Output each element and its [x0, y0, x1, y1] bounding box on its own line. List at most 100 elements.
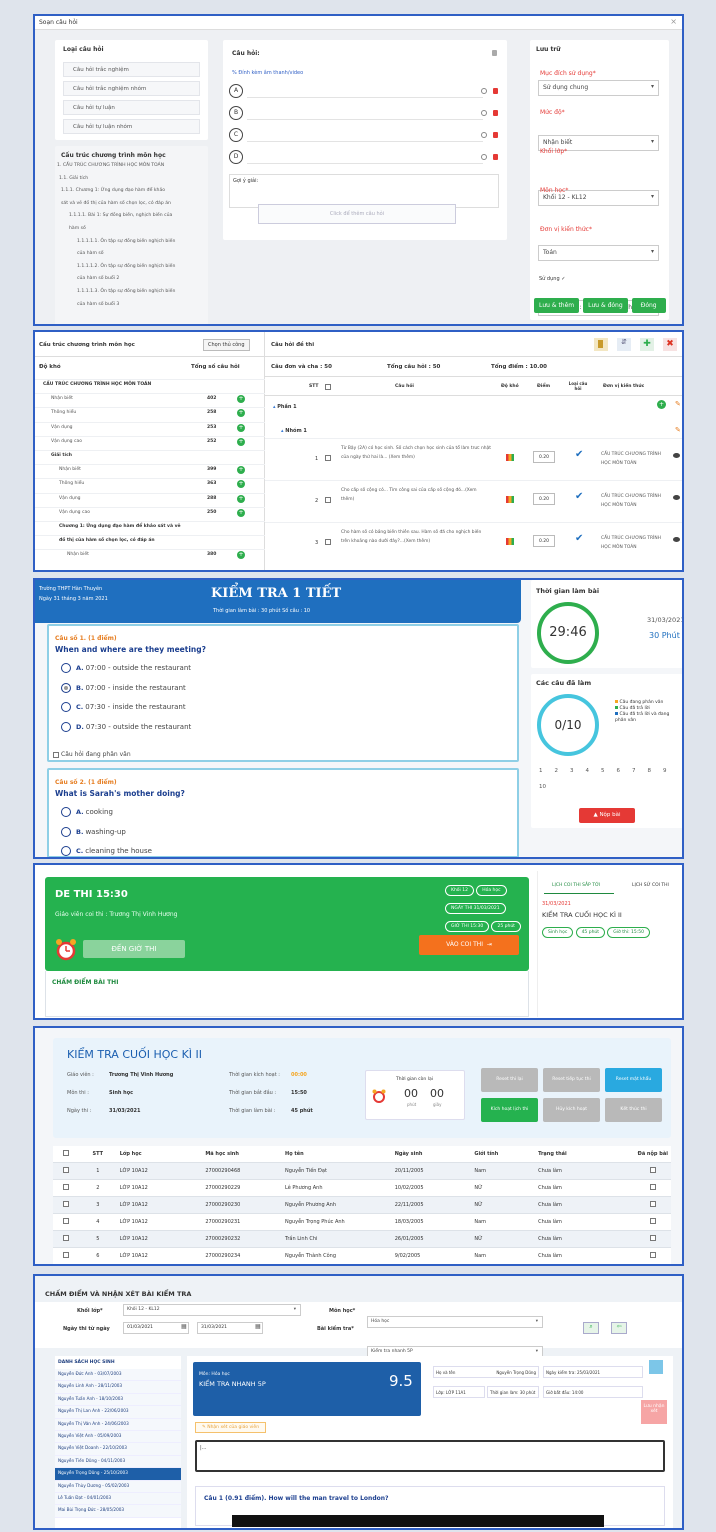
tree-row-label[interactable]: Giải tích [51, 453, 72, 458]
answer-option[interactable]: A. 07:00 - outside the restaurant [61, 663, 191, 673]
tree-node[interactable]: của hàm số [77, 251, 104, 256]
tree-row-label[interactable]: Vận dụng cao [59, 510, 90, 515]
tab-history[interactable]: LỊCH SỬ COI THI [632, 883, 669, 888]
comment-input[interactable]: |... [195, 1440, 665, 1472]
option-settings-icon[interactable] [481, 88, 487, 94]
table-row[interactable]: 4 LỚP 10A12 27000290231 Nguyễn Trọng Phúc A… [53, 1213, 671, 1231]
student-list-item[interactable]: Nguyễn Thị Vân Anh - 24/06/2003 [55, 1418, 181, 1431]
date-to[interactable]: 31/03/2021 [197, 1322, 263, 1334]
close-button[interactable]: Đóng [631, 298, 666, 313]
control-button[interactable]: Kích hoạt lịch thi [481, 1098, 538, 1122]
answer-option[interactable]: C. cleaning the house [61, 846, 152, 856]
row-checkbox[interactable] [325, 539, 331, 545]
tree-row-label[interactable]: Chương 1: Ứng dụng đạo hàm để khảo sát v… [59, 524, 181, 529]
view-icon[interactable] [673, 537, 680, 542]
tree-node[interactable]: 1.1.1.1.2. Ôn tập sự đồng biến nghịch bi… [77, 264, 175, 269]
audio-player[interactable] [232, 1515, 604, 1527]
tree-row-label[interactable]: Thông hiểu [51, 410, 76, 415]
option-d[interactable]: D [229, 150, 243, 164]
select-all-checkbox[interactable] [325, 384, 331, 390]
add-count-icon[interactable]: + [237, 494, 245, 503]
add-count-icon[interactable]: + [237, 437, 245, 446]
submitted-checkbox[interactable] [649, 1235, 656, 1241]
subject-select[interactable]: Hóa học [367, 1316, 543, 1328]
row-checkbox[interactable] [62, 1252, 69, 1258]
table-row[interactable]: 1 LỚP 10A12 27000290468 Nguyễn Tiến Đạt 20/1… [53, 1162, 671, 1180]
option-settings-icon[interactable] [481, 110, 487, 116]
delete-question-icon[interactable] [492, 50, 497, 56]
table-row[interactable]: 6 LỚP 10A12 27000290234 Nguyễn Thành Công 9/… [53, 1247, 671, 1264]
delete-option-icon[interactable] [493, 154, 498, 160]
tree-row-label[interactable]: Thông hiểu [59, 481, 84, 486]
edit-group-icon[interactable]: ✎ [675, 426, 681, 434]
answer-option[interactable]: B. washing-up [61, 826, 126, 837]
question-number[interactable]: 2 [555, 768, 559, 774]
tree-node[interactable]: 1.1.1.1.3. Ôn tập sự đồng biến nghịch bi… [77, 289, 175, 294]
question-number[interactable]: 3 [570, 768, 574, 774]
unsure-checkbox[interactable]: Câu hỏi đang phân vân [53, 751, 131, 758]
submitted-checkbox[interactable] [649, 1252, 656, 1258]
tree-row-label[interactable]: Vận dụng cao [51, 439, 82, 444]
tree-node[interactable]: hàm số [69, 226, 86, 231]
control-button[interactable]: Kết thúc thi [605, 1098, 662, 1122]
question-number[interactable]: 1 [539, 768, 543, 774]
answer-option[interactable]: D. 07:30 - outside the restaurant [61, 721, 191, 732]
student-list-item[interactable]: Nguyễn Việt Doanh - 22/10/2003 [55, 1443, 181, 1456]
row-checkbox[interactable] [62, 1184, 69, 1190]
option-settings-icon[interactable] [481, 154, 487, 160]
add-count-icon[interactable]: + [237, 395, 245, 404]
question-type-item[interactable]: Câu hỏi trắc nghiệm [63, 62, 200, 77]
table-row[interactable]: 2 LỚP 10A12 27000290229 Lê Phương Anh 10/02/… [53, 1179, 671, 1197]
teacher-comment-button[interactable]: ✎ Nhận xét của giáo viên [195, 1422, 267, 1433]
tree-node[interactable]: 1.1.1. Chương 1: Ứng dụng đạo hàm để khả… [61, 188, 165, 193]
row-score[interactable]: 0.20 [533, 535, 555, 547]
question-number[interactable]: 6 [617, 768, 621, 774]
tab-upcoming[interactable]: LỊCH COI THI SẮP TỚI [552, 883, 600, 888]
field-select[interactable]: Sử dụng chung [538, 80, 659, 96]
answer-option[interactable]: B. 07:00 - inside the restaurant [61, 682, 186, 693]
row-question[interactable]: Từ Bậy (2A) có học sinh. Số cách chọn họ… [341, 444, 491, 462]
tree-node[interactable]: sát và vẽ đồ thị của hàm số chọn lọc, có… [61, 201, 171, 206]
grade-select[interactable]: Khối 12 - KL12 [123, 1304, 301, 1316]
question-type-item[interactable]: Câu hỏi trắc nghiệm nhóm [63, 81, 200, 96]
student-list-item[interactable]: Nguyễn Thùy Dương - 05/02/2003 [55, 1480, 181, 1493]
add-count-icon[interactable]: + [237, 508, 245, 517]
attach-media-link[interactable]: % Đính kèm âm thanh/video [232, 70, 303, 76]
question-type-item[interactable]: Câu hỏi tự luận [63, 100, 200, 115]
option-settings-icon[interactable] [481, 132, 487, 138]
question-number[interactable]: 4 [586, 768, 590, 774]
question-number[interactable]: 8 [648, 768, 652, 774]
answer-option[interactable]: C. 07:30 - inside the restaurant [61, 702, 186, 712]
doc-icon[interactable] [594, 338, 608, 351]
option-a[interactable]: A [229, 84, 243, 98]
tree-row-label[interactable]: Nhận biết [67, 552, 89, 557]
delete-option-icon[interactable] [493, 88, 498, 94]
row-checkbox[interactable] [62, 1201, 69, 1207]
add-question-button[interactable]: Click để thêm câu hỏi [258, 204, 456, 224]
tree-row-label[interactable]: Nhận biết [59, 467, 81, 472]
tree-node[interactable]: 1.1. Giải tích [59, 176, 88, 181]
student-list-item[interactable]: Nguyễn Thị Lan Anh - 22/06/2003 [55, 1406, 181, 1419]
tree-node[interactable]: của hàm số buổi 3 [77, 302, 119, 307]
question-number[interactable]: 9 [663, 768, 667, 774]
table-row[interactable]: 3 LỚP 10A12 27000290230 Nguyễn Phương Anh 22… [53, 1196, 671, 1214]
question-number[interactable]: 10 [539, 784, 546, 790]
row-score[interactable]: 0.20 [533, 451, 555, 463]
add-count-icon[interactable]: + [237, 423, 245, 432]
add-count-icon[interactable]: + [237, 409, 245, 418]
tree-row-label[interactable]: CẤU TRÚC CHƯƠNG TRÌNH HỌC MÔN TOÁN [43, 382, 151, 387]
row-question[interactable]: Cho cấp số cộng có... Tìm công sai của c… [341, 486, 491, 504]
row-checkbox[interactable] [62, 1167, 69, 1173]
next-title[interactable]: KIỂM TRA CUỐI HỌC KÌ II [542, 911, 622, 919]
table-row[interactable]: 5 LỚP 10A12 27000290232 Trần Linh Chi 26/01/… [53, 1230, 671, 1248]
manual-select-button[interactable]: Chọn thủ công [203, 339, 250, 351]
student-list-item[interactable]: Nguyễn Trọng Dũng - 25/10/2003 [55, 1468, 181, 1481]
tree-node[interactable]: 1. CẤU TRÚC CHƯƠNG TRÌNH HỌC MÔN TOÁN [57, 163, 164, 168]
plus-icon[interactable]: ✚ [640, 338, 654, 351]
tree-row-label[interactable]: Vận dụng [51, 425, 73, 430]
enter-proctor-button[interactable]: VÀO COI THI ⇥ [419, 935, 519, 955]
student-list-item[interactable]: Nguyễn Việt Anh - 05/09/2003 [55, 1430, 181, 1444]
answer-option[interactable]: A. cooking [61, 807, 113, 817]
tree-row-label[interactable]: Vận dụng [59, 496, 81, 501]
student-list-item[interactable]: Nguyễn Đức Anh - 03/07/2003 [55, 1369, 181, 1382]
